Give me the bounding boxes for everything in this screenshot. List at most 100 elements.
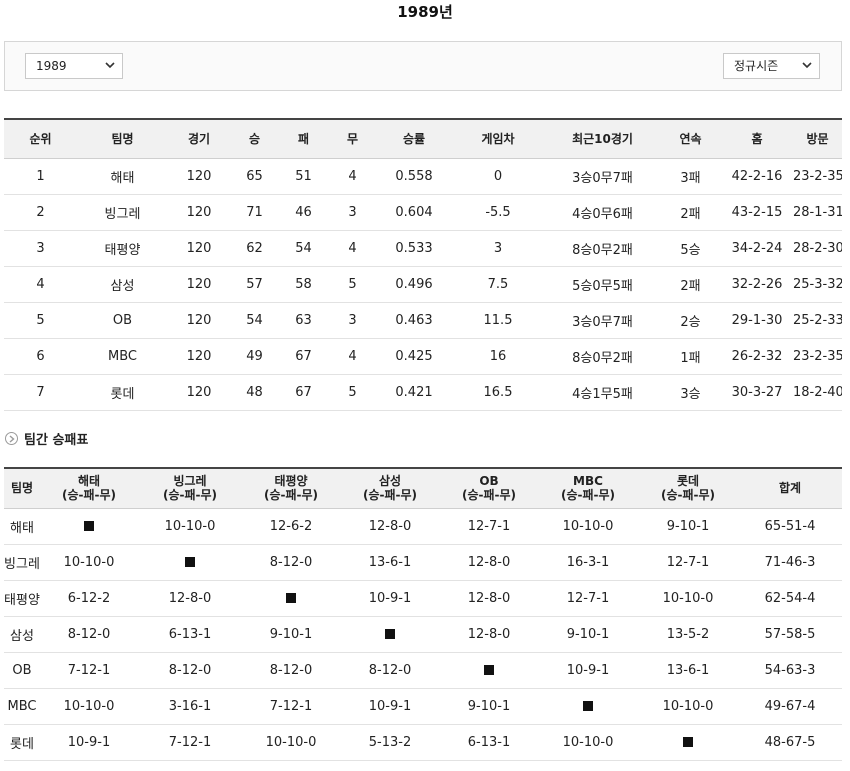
standings-cell: 3 [451, 230, 545, 267]
standings-cell: 67 [279, 338, 328, 375]
standings-cell: 5 [328, 266, 377, 303]
h2h-self-cell [138, 544, 242, 581]
table-row: 2 빙그레 120 71 46 3 0.604 -5.5 4승0무6패 2패 43-2-15 28-1… [4, 194, 842, 231]
h2h-opponent-name: MBC [573, 474, 603, 489]
square-mark-icon [185, 557, 195, 567]
standings-cell: 5승 [660, 230, 721, 267]
h2h-record-cell: 6-12-2 [40, 580, 138, 617]
h2h-record-cell: 12-8-0 [440, 544, 538, 581]
standings-cell: 120 [168, 194, 230, 231]
h2h-sub-label: (승-패-무) [362, 488, 418, 503]
standings-cell: 0.496 [377, 266, 451, 303]
h2h-record-cell: 6-13-1 [440, 724, 538, 761]
h2h-record-cell: 7-12-1 [40, 652, 138, 689]
h2h-sub-label: (승-패-무) [461, 488, 517, 503]
standings-cell: 3패 [660, 158, 721, 195]
standings-cell: MBC [77, 338, 168, 375]
table-row: 태평양 6-12-2 12-8-0 10-9-1 12-8-0 12-7-1 10-10-0… [4, 580, 842, 617]
standings-col-header: 패 [279, 118, 328, 159]
h2h-opponent-header: 삼성 (승-패-무) [340, 467, 440, 509]
standings-cell: 48 [230, 374, 279, 411]
table-row: 삼성 8-12-0 6-13-1 9-10-1 12-8-0 9-10-1 13-5-2 57… [4, 616, 842, 653]
h2h-opponent-name: 해태 [77, 474, 101, 489]
standings-col-header: 경기 [168, 118, 230, 159]
standings-cell: 0.533 [377, 230, 451, 267]
square-mark-icon [385, 629, 395, 639]
h2h-total-cell: 54-63-3 [738, 652, 842, 689]
standings-cell: 65 [230, 158, 279, 195]
h2h-record-cell: 10-10-0 [538, 508, 638, 545]
standings-cell: 43-2-15 [721, 194, 793, 231]
h2h-self-cell [40, 508, 138, 545]
standings-cell: 태평양 [77, 230, 168, 267]
standings-cell: 28-2-30 [793, 230, 842, 267]
h2h-sub-label: (승-패-무) [162, 488, 218, 503]
h2h-total-header: 합계 [738, 467, 842, 509]
h2h-record-cell: 13-6-1 [340, 544, 440, 581]
season-select[interactable]: 정규시즌 [723, 53, 820, 79]
year-select[interactable]: 1989 [25, 53, 123, 79]
h2h-opponent-header: MBC (승-패-무) [538, 467, 638, 509]
standings-cell: 해태 [77, 158, 168, 195]
standings-col-header: 승 [230, 118, 279, 159]
h2h-opponent-header: 롯데 (승-패-무) [638, 467, 738, 509]
standings-cell: 67 [279, 374, 328, 411]
table-row: 롯데 10-9-1 7-12-1 10-10-0 5-13-2 6-13-1 10-10-0… [4, 724, 842, 761]
h2h-self-cell [340, 616, 440, 653]
section-title-head-to-head: 팀간 승패표 [5, 428, 88, 448]
h2h-record-cell: 6-13-1 [138, 616, 242, 653]
standings-cell: 1 [4, 158, 77, 195]
h2h-record-cell: 8-12-0 [138, 652, 242, 689]
standings-col-header: 팀명 [77, 118, 168, 159]
h2h-record-cell: 12-6-2 [242, 508, 340, 545]
table-row: 6 MBC 120 49 67 4 0.425 16 8승0무2패 1패 26-2-32 23-2-3… [4, 338, 842, 375]
square-mark-icon [84, 521, 94, 531]
h2h-self-cell [638, 724, 738, 761]
h2h-record-cell: 9-10-1 [638, 508, 738, 545]
standings-cell: 8승0무2패 [545, 338, 660, 375]
head-to-head-table: 팀명 해태 (승-패-무) 빙그레 (승-패-무) 태평양 (승-패-무) 삼성 (승-패-무)… [4, 467, 842, 761]
standings-cell: 120 [168, 338, 230, 375]
standings-cell: 0 [451, 158, 545, 195]
h2h-record-cell: 12-8-0 [340, 508, 440, 545]
h2h-record-cell: 9-10-1 [538, 616, 638, 653]
standings-cell: 2패 [660, 194, 721, 231]
standings-cell: 3 [328, 302, 377, 339]
standings-cell: 2승 [660, 302, 721, 339]
h2h-total-cell: 71-46-3 [738, 544, 842, 581]
standings-cell: 3승 [660, 374, 721, 411]
standings-cell: 4 [328, 158, 377, 195]
standings-cell: 120 [168, 230, 230, 267]
standings-cell: 46 [279, 194, 328, 231]
h2h-record-cell: 10-9-1 [538, 652, 638, 689]
standings-cell: 120 [168, 302, 230, 339]
standings-cell: 롯데 [77, 374, 168, 411]
standings-cell: 5 [4, 302, 77, 339]
h2h-record-cell: 9-10-1 [440, 688, 538, 725]
h2h-record-cell: 8-12-0 [40, 616, 138, 653]
standings-cell: 51 [279, 158, 328, 195]
h2h-record-cell: 12-8-0 [440, 616, 538, 653]
head-to-head-header-row: 팀명 해태 (승-패-무) 빙그레 (승-패-무) 태평양 (승-패-무) 삼성 (승-패-무)… [4, 467, 842, 509]
standings-cell: 26-2-32 [721, 338, 793, 375]
h2h-total-cell: 48-67-5 [738, 724, 842, 761]
table-row: 4 삼성 120 57 58 5 0.496 7.5 5승0무5패 2패 32-2-26 25-3-3… [4, 266, 842, 303]
standings-cell: 3승0무7패 [545, 158, 660, 195]
standings-cell: 5승0무5패 [545, 266, 660, 303]
h2h-team-name: MBC [4, 688, 40, 725]
h2h-self-cell [242, 580, 340, 617]
standings-cell: 삼성 [77, 266, 168, 303]
chevron-down-icon [801, 54, 813, 78]
standings-cell: 62 [230, 230, 279, 267]
table-row: 해태 10-10-0 12-6-2 12-8-0 12-7-1 10-10-0 9-10-1… [4, 508, 842, 545]
circle-arrow-right-icon [5, 431, 18, 445]
h2h-sub-label: (승-패-무) [61, 488, 117, 503]
filter-bar: 1989 정규시즌 [4, 41, 842, 91]
h2h-opponent-header: 태평양 (승-패-무) [242, 467, 340, 509]
standings-cell: 0.558 [377, 158, 451, 195]
h2h-team-name: 롯데 [4, 724, 40, 761]
h2h-opponent-header: 해태 (승-패-무) [40, 467, 138, 509]
standings-cell: 120 [168, 266, 230, 303]
h2h-team-name: 빙그레 [4, 544, 40, 581]
standings-cell: 120 [168, 158, 230, 195]
